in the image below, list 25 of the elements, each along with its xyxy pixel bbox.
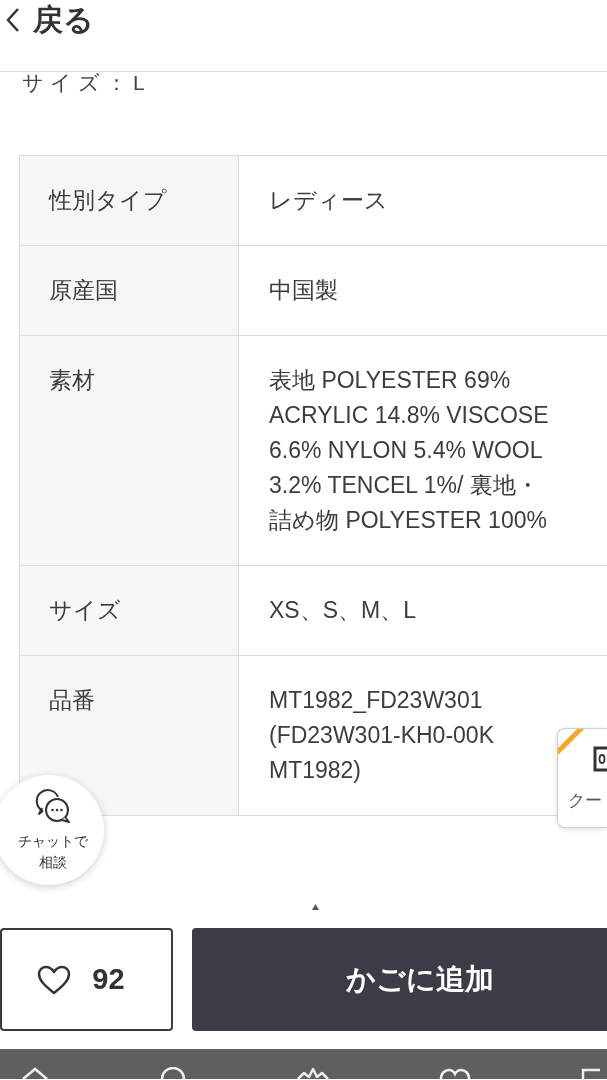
like-button[interactable]: 92	[0, 928, 173, 1031]
crown-icon[interactable]	[296, 1067, 330, 1079]
spec-value: 表地 POLYESTER 69% ACRYLIC 14.8% VISCOSE 6.6% NYLON 5.4% WOOL 3.2% TENCEL 1%/ 裏地・詰め物 POLYESTER 100%	[238, 335, 607, 566]
size-text: サイズ：L	[22, 72, 151, 94]
spec-value: レディース	[238, 155, 607, 246]
label-icon	[593, 746, 607, 772]
home-icon[interactable]	[20, 1067, 50, 1079]
heart-icon	[36, 963, 73, 996]
add-to-cart-button[interactable]: かごに追加	[192, 928, 607, 1031]
box-icon[interactable]	[580, 1067, 600, 1079]
chat-bubbles-icon	[34, 789, 72, 825]
caret-up-icon	[312, 904, 319, 910]
spec-label: 素材	[19, 335, 239, 566]
back-button[interactable]: 戻る	[0, 0, 98, 40]
coupon-tab[interactable]: クー	[557, 728, 607, 828]
chevron-left-icon	[5, 7, 21, 33]
search-icon[interactable]	[158, 1067, 188, 1079]
spec-label: 性別タイプ	[19, 155, 239, 246]
spec-label: 品番	[19, 655, 239, 816]
spec-value: XS、S、M、L	[238, 565, 607, 656]
spec-label: 原産国	[19, 245, 239, 336]
spec-value: 中国製	[238, 245, 607, 336]
chat-button[interactable]: チャットで相談	[0, 775, 104, 885]
ribbon-icon	[558, 729, 584, 755]
spec-label: サイズ	[19, 565, 239, 656]
